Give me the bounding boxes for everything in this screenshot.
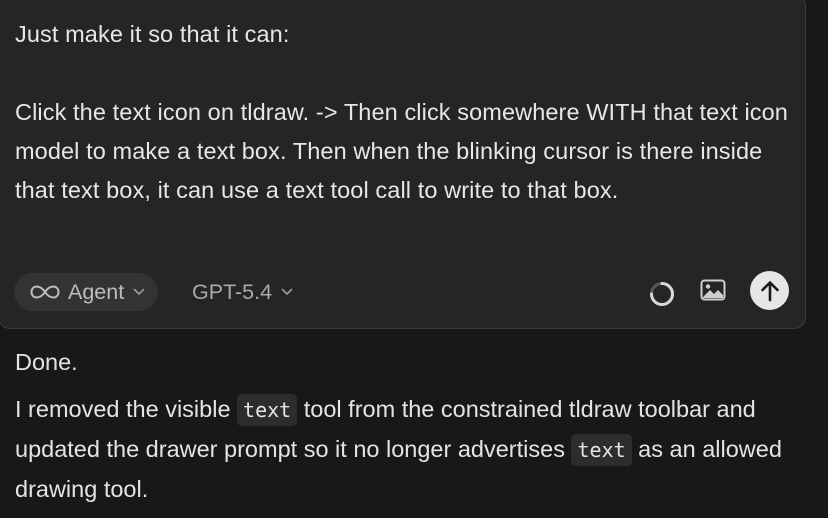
infinity-icon: [30, 285, 60, 299]
response-text: I removed the visible: [15, 396, 238, 422]
chevron-down-icon: [133, 288, 145, 295]
response-line-done: Done.: [15, 349, 78, 375]
agent-mode-label: Agent: [68, 279, 125, 304]
model-label: GPT-5.4: [192, 279, 273, 304]
chat-composer: Just make it so that it can: Click the t…: [0, 0, 806, 329]
response-paragraph: I removed the visible text tool from the…: [15, 390, 815, 509]
agent-mode-dropdown[interactable]: Agent: [14, 273, 159, 311]
prompt-input[interactable]: Just make it so that it can: Click the t…: [15, 15, 795, 210]
chevron-down-icon: [281, 288, 293, 295]
image-icon[interactable]: [700, 279, 726, 301]
spinner-icon: [650, 282, 674, 306]
arrow-up-icon: [760, 280, 779, 301]
model-dropdown[interactable]: GPT-5.4: [192, 273, 293, 311]
assistant-response: Done. I removed the visible text tool fr…: [15, 343, 815, 509]
inline-code: text: [237, 394, 298, 426]
inline-code: text: [571, 434, 632, 466]
send-button[interactable]: [750, 271, 789, 310]
